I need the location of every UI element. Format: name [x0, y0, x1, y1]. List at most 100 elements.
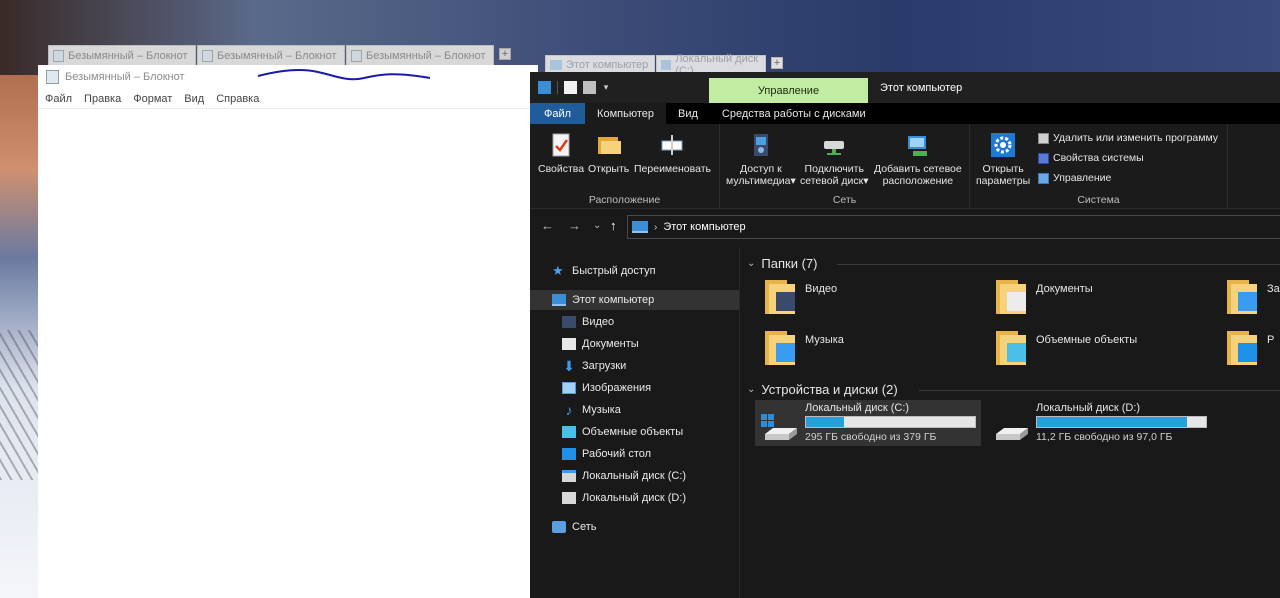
folder-3d-objects[interactable]: Объемные объекты: [994, 329, 1137, 367]
menu-file[interactable]: Файл: [45, 93, 72, 105]
nav-quick-access[interactable]: ★ Быстрый доступ: [552, 261, 656, 281]
uninstall-label: Удалить или изменить программу: [1053, 132, 1219, 144]
download-icon: ⬇: [563, 358, 575, 374]
desktop-icon: [562, 448, 576, 460]
folder-music[interactable]: Музыка: [763, 329, 844, 367]
address-field[interactable]: › Этот компьютер: [627, 215, 1280, 239]
explorer-tab-this-pc[interactable]: Этот компьютер: [545, 55, 655, 73]
open-button[interactable]: Открыть: [588, 132, 629, 175]
explorer-window: ▾ Управление Этот компьютер Файл Компьют…: [530, 72, 1280, 598]
quick-access-toolbar: ▾: [538, 81, 610, 94]
drive-icon: [661, 59, 672, 70]
star-icon: ★: [552, 263, 564, 278]
menu-edit[interactable]: Правка: [84, 93, 121, 105]
computer-management-icon: [1038, 172, 1049, 184]
drive-d[interactable]: Локальный диск (D:) 11,2 ГБ свободно из …: [986, 400, 1212, 446]
rename-label: Переименовать: [634, 163, 711, 175]
folder-downloads[interactable]: За: [1225, 278, 1280, 316]
notepad-icon: [53, 49, 64, 62]
breadcrumb-this-pc[interactable]: Этот компьютер: [663, 221, 745, 233]
customize-qat-button[interactable]: ▾: [602, 82, 610, 93]
properties-icon: [552, 133, 570, 157]
network-location-icon: [907, 136, 927, 156]
window-title: Этот компьютер: [880, 82, 963, 94]
system-properties-label: Свойства системы: [1053, 152, 1144, 164]
notepad-icon: [46, 70, 59, 84]
nav-3d-objects[interactable]: Объемные объекты: [562, 422, 683, 442]
drive-free-space: 11,2 ГБ свободно из 97,0 ГБ: [1036, 431, 1173, 443]
network-drive-icon: [824, 141, 845, 155]
video-icon: [562, 316, 576, 328]
forward-button[interactable]: →: [568, 218, 581, 233]
recent-locations-button[interactable]: ⌄: [593, 220, 601, 231]
new-tab-button[interactable]: +: [499, 48, 511, 60]
properties-icon[interactable]: [564, 81, 577, 94]
folders-section-header[interactable]: ⌄ Папки (7): [747, 256, 817, 271]
tab-computer[interactable]: Компьютер: [585, 103, 666, 124]
manage-button[interactable]: Управление: [1038, 172, 1111, 184]
uninstall-icon: [1038, 132, 1049, 144]
rename-icon: [661, 135, 683, 155]
drive-name: Локальный диск (C:): [805, 402, 910, 414]
ribbon: Свойства Открыть Переименовать Расположе…: [530, 124, 1280, 209]
nav-label: Этот компьютер: [572, 294, 655, 306]
nav-downloads[interactable]: ⬇ Загрузки: [562, 356, 626, 376]
computer-icon[interactable]: [538, 81, 551, 94]
nav-pictures[interactable]: Изображения: [562, 378, 651, 398]
add-location-label-1: Добавить сетевое: [874, 163, 962, 175]
map-network-drive-button[interactable]: Подключить сетевой диск▾: [800, 132, 868, 187]
nav-documents[interactable]: Документы: [562, 334, 639, 354]
media-access-label-1: Доступ к: [740, 163, 782, 175]
nav-this-pc[interactable]: Этот компьютер: [530, 290, 739, 310]
folder-desktop[interactable]: Р: [1225, 329, 1274, 367]
documents-folder-icon: [994, 278, 1028, 316]
manage-context-tab[interactable]: Управление: [709, 78, 868, 103]
music-icon: ♪: [565, 402, 573, 418]
add-network-location-button[interactable]: Добавить сетевое расположение: [874, 132, 962, 187]
drive-usage-bar: [1036, 416, 1207, 428]
nav-desktop[interactable]: Рабочий стол: [562, 444, 651, 464]
media-access-button[interactable]: Доступ к мультимедиа▾: [726, 132, 796, 187]
folder-documents[interactable]: Документы: [994, 278, 1093, 316]
drive-usage-fill: [806, 417, 844, 427]
notepad-tab[interactable]: Безымянный – Блокнот: [48, 45, 196, 65]
content-pane: ⌄ Папки (7) Видео Документы За Музыка Об…: [741, 248, 1280, 598]
folder-video[interactable]: Видео: [763, 278, 837, 316]
windows-drive-icon: [761, 414, 797, 440]
notepad-tab[interactable]: Безымянный – Блокнот: [346, 45, 494, 65]
rename-button[interactable]: Переименовать: [634, 132, 711, 175]
new-tab-button[interactable]: +: [771, 57, 783, 69]
tab-view[interactable]: Вид: [666, 103, 710, 124]
folders-heading: Папки (7): [761, 256, 818, 271]
notepad-tab-strip: Безымянный – Блокнот Безымянный – Блокно…: [48, 45, 511, 65]
up-button[interactable]: ↑: [610, 218, 617, 233]
menu-format[interactable]: Формат: [133, 93, 172, 105]
tab-file[interactable]: Файл: [530, 103, 586, 124]
notepad-tab[interactable]: Безымянный – Блокнот: [197, 45, 345, 65]
explorer-tab-disk-c[interactable]: Локальный диск (C:): [656, 53, 766, 77]
nav-disk-d[interactable]: Локальный диск (D:): [562, 488, 686, 508]
nav-music[interactable]: ♪ Музыка: [562, 400, 621, 420]
open-settings-label-2: параметры: [976, 175, 1031, 187]
document-icon[interactable]: [583, 81, 596, 94]
drive-usage-fill: [1037, 417, 1187, 427]
open-settings-button[interactable]: Открыть параметры: [976, 132, 1030, 187]
system-properties-button[interactable]: Свойства системы: [1038, 152, 1144, 164]
devices-section-header[interactable]: ⌄ Устройства и диски (2): [747, 382, 898, 397]
nav-network[interactable]: Сеть: [552, 517, 596, 537]
menu-help[interactable]: Справка: [216, 93, 259, 105]
nav-disk-c[interactable]: Локальный диск (C:): [562, 466, 686, 486]
nav-label: Изображения: [582, 382, 652, 394]
nav-label: Видео: [582, 316, 615, 328]
back-button[interactable]: ←: [541, 218, 554, 233]
drive-c[interactable]: Локальный диск (C:) 295 ГБ свободно из 3…: [755, 400, 981, 446]
properties-button[interactable]: Свойства: [538, 132, 584, 175]
nav-video[interactable]: Видео: [562, 312, 614, 332]
desktop-folder-icon: [1225, 329, 1259, 367]
uninstall-program-button[interactable]: Удалить или изменить программу: [1038, 132, 1218, 144]
menu-view[interactable]: Вид: [184, 93, 204, 105]
folder-label: За: [1267, 283, 1280, 295]
tab-disk-tools[interactable]: Средства работы с дисками: [710, 103, 878, 124]
explorer-tab-strip: Этот компьютер Локальный диск (C:) +: [545, 53, 783, 77]
dropdown-arrow-icon: ▾: [790, 175, 796, 187]
